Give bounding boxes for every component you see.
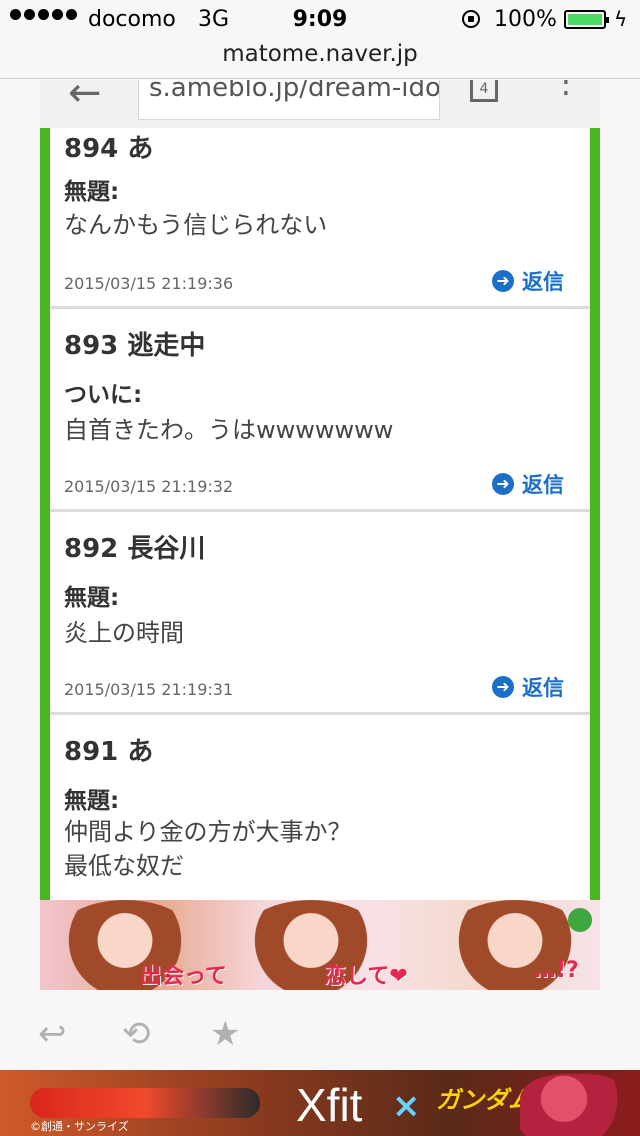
comment-date: 2015/03/15 21:19:36 xyxy=(64,274,234,293)
reply-button[interactable]: ➜ 返信 xyxy=(492,266,564,296)
comment-body-line: 仲間より金の方が大事か？ xyxy=(64,818,352,846)
page-url[interactable]: matome.naver.jp xyxy=(0,40,640,78)
comment-body-line: 炎上の時間 xyxy=(64,619,184,647)
razor-image xyxy=(30,1088,260,1118)
comment-body: なんかもう信じられない xyxy=(64,208,327,242)
comment-body-line: 自首きたわ。うはwwwwwww xyxy=(64,416,394,444)
divider xyxy=(0,78,640,79)
reply-button[interactable]: ➜ 返信 xyxy=(492,672,564,702)
orientation-lock-icon xyxy=(462,10,480,28)
comment-date: 2015/03/15 21:19:31 xyxy=(64,680,234,699)
comment-item: 892 長谷川 無題: 炎上の時間 2015/03/15 21:19:31 ➜ … xyxy=(50,512,590,712)
status-bar: docomo 3G 9:09 100% ϟ xyxy=(0,0,640,40)
comment-item: 891 あ 無題: 仲間より金の方が大事か？ 最低な奴だ xyxy=(50,715,590,900)
screen: docomo 3G 9:09 100% ϟ matome.naver.jp ← … xyxy=(0,0,640,1136)
reply-label: 返信 xyxy=(522,473,564,497)
ad-gundam-logo: ガンダム xyxy=(436,1086,532,1114)
inner-browser-toolbar: ← s.ameblo.jp/dream-idol 4 ⋮ xyxy=(40,80,600,128)
ad-credit: ©創通・サンライズ xyxy=(30,1120,129,1133)
comment-body: 仲間より金の方が大事か？ 最低な奴だ xyxy=(64,815,352,883)
bottom-advertisement[interactable]: Xfit × ガンダム ©創通・サンライズ xyxy=(0,1070,640,1136)
comment-subject: 無題: xyxy=(64,179,120,205)
reply-arrow-icon: ➜ xyxy=(492,676,514,698)
back-arrow-icon: ← xyxy=(68,80,102,116)
tab-count-icon: 4 xyxy=(470,80,498,102)
charging-bolt-icon: ϟ xyxy=(614,7,628,31)
comment-subject: 無題: xyxy=(64,585,120,611)
green-border-right xyxy=(590,128,600,990)
ad-cross: × xyxy=(392,1086,421,1126)
battery-percent: 100% xyxy=(494,7,557,32)
ad-brand: Xfit xyxy=(296,1079,363,1131)
retweet-icon[interactable]: ⟲ xyxy=(122,1014,151,1054)
comment-body: 自首きたわ。うはwwwwwww xyxy=(64,413,393,447)
ad-text: …!? xyxy=(534,958,579,983)
battery-icon xyxy=(564,10,609,29)
reply-label: 返信 xyxy=(522,270,564,294)
robot-illustration xyxy=(520,1074,630,1136)
reply-arrow-icon: ➜ xyxy=(492,270,514,292)
ad-text: 出会って xyxy=(140,964,227,989)
reply-arrow-icon: ➜ xyxy=(492,473,514,495)
reply-button[interactable]: ➜ 返信 xyxy=(492,469,564,499)
ad-banner[interactable]: 出会って 恋して❤ …!? xyxy=(40,900,600,990)
comment-number-name: 891 あ xyxy=(64,737,154,767)
comment-item: 894 あ 無題: なんかもう信じられない 2015/03/15 21:19:3… xyxy=(50,128,590,306)
reply-label: 返信 xyxy=(522,676,564,700)
embedded-screenshot: ← s.ameblo.jp/dream-idol 4 ⋮ 894 あ 無題: な… xyxy=(40,80,600,990)
star-icon[interactable]: ★ xyxy=(210,1014,240,1054)
comment-subject: ついに: xyxy=(64,382,143,408)
comment-number-name: 892 長谷川 xyxy=(64,534,206,564)
comment-number-name: 893 逃走中 xyxy=(64,331,206,361)
tweet-actions-toolbar: ↩ ⟲ ★ xyxy=(0,1000,640,1070)
ad-text: 恋して❤ xyxy=(324,964,408,989)
comment-item: 893 逃走中 ついに: 自首きたわ。うはwwwwwww 2015/03/15 … xyxy=(50,309,590,509)
comment-date: 2015/03/15 21:19:32 xyxy=(64,477,234,496)
comment-body-line: なんかもう信じられない xyxy=(64,211,328,239)
ad-badge-icon xyxy=(568,908,592,932)
inner-address-bar: s.ameblo.jp/dream-idol xyxy=(138,80,440,120)
comment-body-line: 最低な奴だ xyxy=(64,852,184,880)
green-border-left xyxy=(40,128,50,990)
comment-number-name: 894 あ xyxy=(64,134,154,164)
overflow-menu-icon: ⋮ xyxy=(550,80,582,100)
reply-icon[interactable]: ↩ xyxy=(38,1014,67,1054)
comment-body: 炎上の時間 xyxy=(64,616,184,650)
comment-subject: 無題: xyxy=(64,788,120,814)
